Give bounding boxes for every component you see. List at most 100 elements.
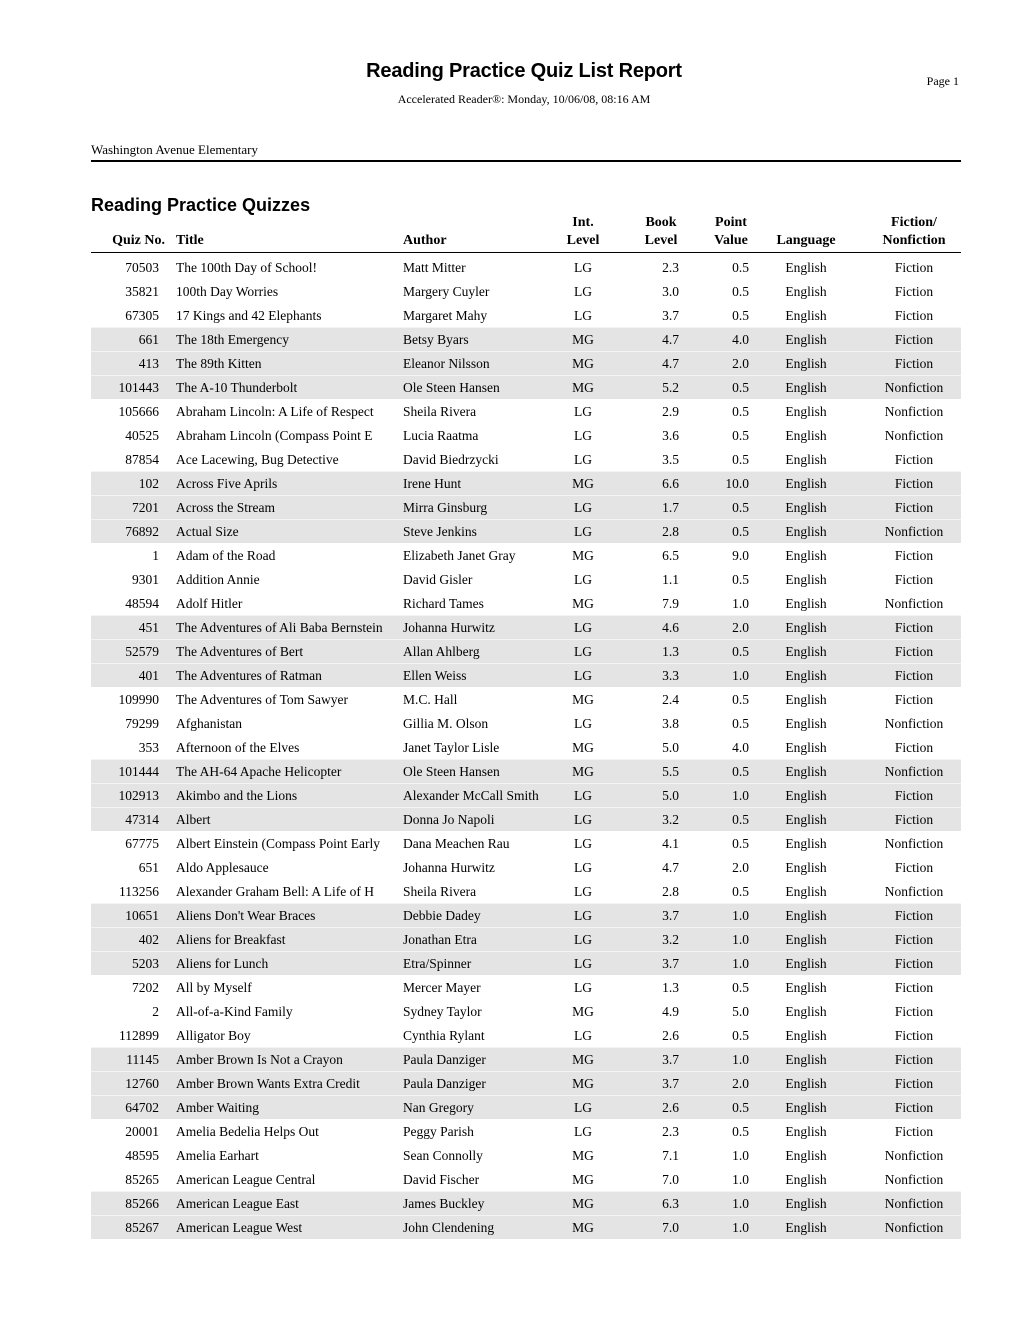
cell-fiction-nonfiction: Fiction: [894, 692, 934, 707]
cell-language: English: [785, 740, 827, 755]
cell-book-level: 5.0: [662, 788, 679, 803]
cell-point-value: 0.5: [732, 524, 749, 539]
cell-title: American League East: [176, 1196, 299, 1211]
cell-language: English: [785, 884, 827, 899]
table-row: 85265 American League Central David Fische…: [91, 1167, 961, 1191]
cell-title: Ace Lacewing, Bug Detective: [176, 452, 339, 467]
table-row: 85266 American League East James Buckley MG…: [91, 1191, 961, 1215]
header-divider: [91, 160, 961, 162]
cell-book-level: 1.1: [662, 572, 679, 587]
cell-title: Albert Einstein (Compass Point Early: [176, 836, 380, 851]
cell-point-value: 0.5: [732, 260, 749, 275]
cell-int-level: LG: [574, 860, 592, 875]
cell-quiz-no: 12760: [125, 1076, 159, 1091]
cell-language: English: [785, 1172, 827, 1187]
cell-book-level: 3.7: [662, 908, 679, 923]
header-quiz-no: Quiz No.: [112, 233, 165, 248]
cell-quiz-no: 112899: [119, 1028, 159, 1043]
table-row: 48594 Adolf Hitler Richard Tames MG 7.9 1.0 En…: [91, 591, 961, 615]
table-body: 70503 The 100th Day of School! Matt Mitter…: [91, 253, 961, 1239]
table-row: 7201 Across the Stream Mirra Ginsburg LG 1.7…: [91, 495, 961, 519]
cell-point-value: 0.5: [732, 428, 749, 443]
page-number: Page 1: [926, 74, 959, 88]
cell-quiz-no: 11145: [126, 1052, 159, 1067]
cell-point-value: 1.0: [732, 1220, 749, 1235]
cell-point-value: 0.5: [732, 716, 749, 731]
cell-book-level: 1.3: [662, 644, 679, 659]
cell-book-level: 3.6: [662, 428, 679, 443]
cell-point-value: 0.5: [732, 404, 749, 419]
cell-point-value: 4.0: [732, 332, 749, 347]
cell-quiz-no: 651: [138, 860, 159, 875]
cell-book-level: 4.7: [662, 356, 679, 371]
table-row: 353 Afternoon of the Elves Janet Taylor Li…: [91, 735, 961, 759]
cell-int-level: MG: [572, 740, 594, 755]
table-row: 52579 The Adventures of Bert Allan Ahlberg…: [91, 639, 961, 663]
cell-title: Aliens for Breakfast: [176, 932, 286, 947]
cell-fiction-nonfiction: Fiction: [894, 308, 934, 323]
cell-quiz-no: 20001: [125, 1124, 159, 1139]
cell-int-level: LG: [574, 452, 592, 467]
cell-quiz-no: 85267: [125, 1220, 159, 1235]
cell-language: English: [785, 836, 827, 851]
cell-int-level: MG: [572, 1220, 594, 1235]
cell-title: The Adventures of Ratman: [176, 668, 322, 683]
cell-quiz-no: 40525: [125, 428, 159, 443]
cell-point-value: 1.0: [732, 932, 749, 947]
header-int-level-line1: Int.: [572, 215, 594, 230]
cell-quiz-no: 102: [138, 476, 159, 491]
cell-title: 100th Day Worries: [176, 284, 279, 299]
cell-fiction-nonfiction: Nonfiction: [884, 716, 944, 731]
cell-point-value: 2.0: [732, 1076, 749, 1091]
cell-book-level: 3.7: [662, 956, 679, 971]
cell-book-level: 6.3: [662, 1196, 679, 1211]
cell-title: Abraham Lincoln: A Life of Respect: [176, 404, 374, 419]
cell-title: The Adventures of Bert: [176, 644, 304, 659]
cell-int-level: MG: [572, 548, 594, 563]
cell-book-level: 3.2: [662, 932, 679, 947]
table-row: 12760 Amber Brown Wants Extra Credit Paula…: [91, 1071, 961, 1095]
cell-language: English: [785, 692, 827, 707]
cell-title: All-of-a-Kind Family: [176, 1004, 293, 1019]
cell-int-level: MG: [572, 356, 594, 371]
cell-point-value: 1.0: [732, 908, 749, 923]
table-row: 413 The 89th Kitten Eleanor Nilsson MG 4.7 2.…: [91, 351, 961, 375]
cell-book-level: 6.5: [662, 548, 679, 563]
cell-language: English: [785, 1076, 827, 1091]
cell-fiction-nonfiction: Nonfiction: [884, 1196, 944, 1211]
cell-fiction-nonfiction: Fiction: [894, 1004, 934, 1019]
table-row: 85267 American League West John Clendening…: [91, 1215, 961, 1239]
cell-book-level: 4.1: [662, 836, 679, 851]
cell-title: Albert: [176, 812, 211, 827]
cell-book-level: 2.8: [662, 524, 679, 539]
cell-language: English: [785, 812, 827, 827]
cell-point-value: 0.5: [732, 884, 749, 899]
table-row: 651 Aldo Applesauce Johanna Hurwitz LG 4.7 2.…: [91, 855, 961, 879]
table-row: 101444 The AH-64 Apache Helicopter Ole Ste…: [91, 759, 961, 783]
table-row: 401 The Adventures of Ratman Ellen Weiss LG…: [91, 663, 961, 687]
cell-language: English: [785, 524, 827, 539]
cell-book-level: 7.9: [662, 596, 679, 611]
cell-title: The Adventures of Ali Baba Bernstein: [176, 620, 383, 635]
cell-int-level: LG: [574, 980, 592, 995]
table-row: 661 The 18th Emergency Betsy Byars MG 4.7 4.0…: [91, 327, 961, 351]
table-row: 7202 All by Myself Mercer Mayer LG 1.3 0.5 Eng…: [91, 975, 961, 999]
table-row: 101443 The A-10 Thunderbolt Ole Steen Hans…: [91, 375, 961, 399]
cell-language: English: [785, 956, 827, 971]
cell-fiction-nonfiction: Fiction: [894, 500, 934, 515]
cell-quiz-no: 7202: [132, 980, 159, 995]
cell-language: English: [785, 572, 827, 587]
cell-point-value: 9.0: [732, 548, 749, 563]
cell-language: English: [785, 308, 827, 323]
cell-fiction-nonfiction: Fiction: [894, 908, 934, 923]
cell-fiction-nonfiction: Fiction: [894, 860, 934, 875]
cell-title: The 18th Emergency: [176, 332, 289, 347]
cell-book-level: 6.6: [662, 476, 679, 491]
cell-language: English: [785, 908, 827, 923]
cell-fiction-nonfiction: Fiction: [894, 740, 934, 755]
cell-title: 17 Kings and 42 Elephants: [176, 308, 322, 323]
cell-quiz-no: 353: [138, 740, 159, 755]
cell-point-value: 1.0: [732, 1172, 749, 1187]
cell-point-value: 1.0: [732, 1196, 749, 1211]
cell-book-level: 3.0: [662, 284, 679, 299]
